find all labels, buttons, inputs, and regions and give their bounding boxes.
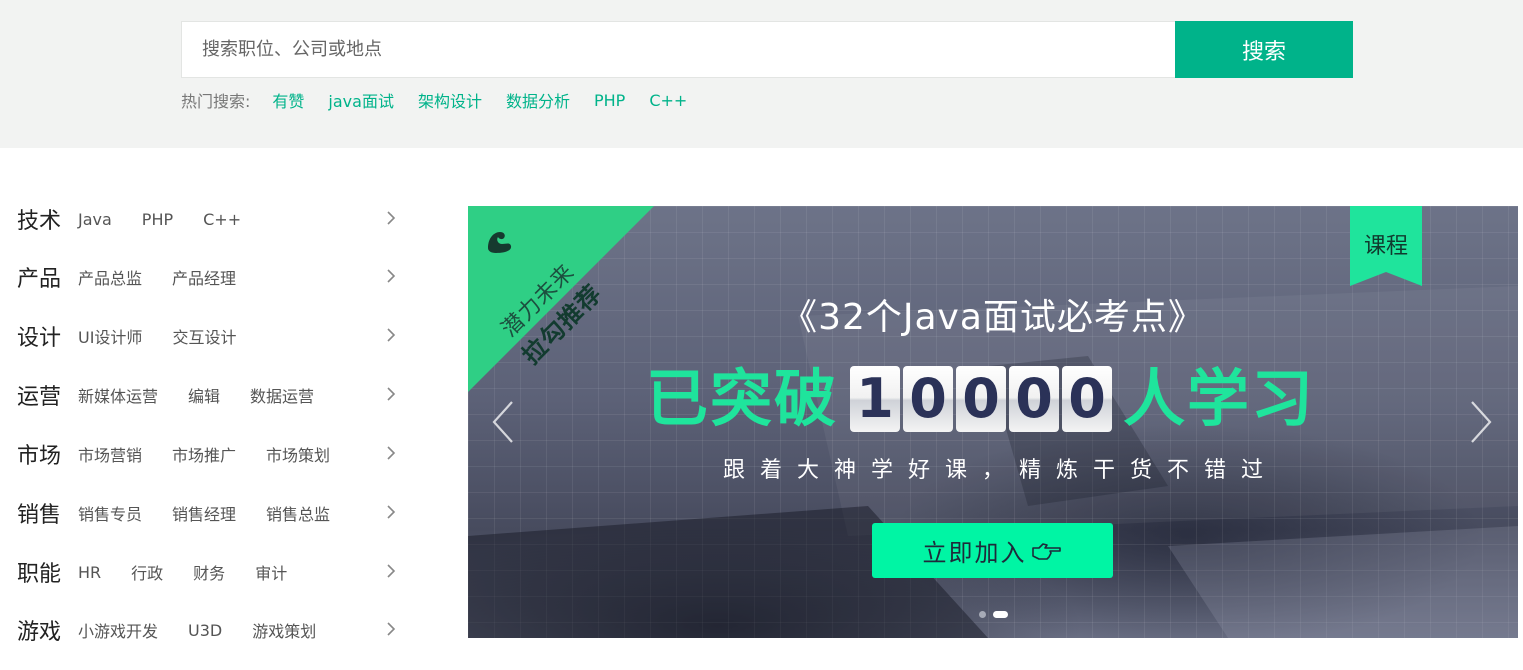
category-link[interactable]: Java (78, 210, 112, 229)
counter-digit: 0 (903, 366, 954, 432)
category-title: 游戏 (17, 620, 62, 645)
category-title: 运营 (17, 385, 62, 410)
hot-search-link[interactable]: PHP (594, 91, 625, 110)
category-link[interactable]: 交互设计 (172, 324, 236, 348)
category-link[interactable]: 产品经理 (172, 265, 236, 289)
category-link[interactable]: 销售总监 (266, 501, 330, 525)
headline-suffix: 人学习 (1123, 362, 1316, 435)
banner-subtitle: 跟着大神学好课，精炼干货不错过 (722, 458, 1278, 483)
category-link[interactable]: 市场推广 (172, 442, 236, 466)
category-link[interactable]: 产品总监 (78, 265, 142, 289)
category-link[interactable]: 行政 (131, 560, 163, 584)
category-title: 设计 (17, 326, 62, 351)
banner-title: 《32个Java面试必考点》 (781, 297, 1205, 338)
course-tag-label: 课程 (1363, 234, 1408, 259)
pointing-hand-icon (1031, 542, 1061, 560)
category-link[interactable]: 市场策划 (266, 442, 330, 466)
category-row-design[interactable]: 设计 UI设计师 交互设计 (17, 307, 397, 365)
category-title: 销售 (17, 503, 62, 528)
chevron-right-icon[interactable] (385, 618, 397, 640)
category-row-tech[interactable]: 技术 Java PHP C++ (17, 190, 397, 248)
chevron-left-icon[interactable] (490, 399, 516, 445)
hot-search-link[interactable]: java面试 (328, 88, 394, 112)
hot-search-label: 热门搜索: (181, 92, 251, 111)
category-link[interactable]: UI设计师 (78, 324, 142, 348)
category-row-product[interactable]: 产品 产品总监 产品经理 (17, 248, 397, 306)
join-now-label: 立即加入 (922, 539, 1027, 567)
join-now-button[interactable]: 立即加入 (872, 523, 1113, 578)
chevron-right-icon[interactable] (385, 265, 397, 287)
category-link[interactable]: 市场营销 (78, 442, 142, 466)
search-input[interactable] (181, 21, 1176, 78)
counter-digit: 0 (1062, 366, 1113, 432)
chevron-right-icon[interactable] (385, 324, 397, 346)
category-row-marketing[interactable]: 市场 市场营销 市场推广 市场策划 (17, 425, 397, 483)
chevron-right-icon[interactable] (385, 501, 397, 523)
category-title: 产品 (17, 267, 62, 292)
category-link[interactable]: 新媒体运营 (78, 383, 158, 407)
category-row-operations[interactable]: 运营 新媒体运营 编辑 数据运营 (17, 366, 397, 424)
category-row-functions[interactable]: 职能 HR 行政 财务 审计 (17, 543, 397, 601)
counter-digit: 0 (1009, 366, 1060, 432)
banner-carousel[interactable]: 潜力未来 拉勾推荐 课程 《32个Java面试必考点》 已突破 10000 人学… (468, 206, 1518, 638)
banner-headline: 已突破 10000 人学习 (646, 364, 1315, 434)
chevron-right-icon[interactable] (385, 560, 397, 582)
category-link[interactable]: 销售专员 (78, 501, 142, 525)
category-title: 技术 (17, 209, 62, 234)
carousel-dot[interactable] (993, 611, 1008, 618)
category-link[interactable]: 编辑 (188, 383, 220, 407)
category-link[interactable]: PHP (142, 210, 173, 229)
hot-search-link[interactable]: 有赞 (272, 88, 304, 112)
category-row-sales[interactable]: 销售 销售专员 销售经理 销售总监 (17, 484, 397, 542)
counter-digit: 1 (850, 366, 901, 432)
chevron-right-icon[interactable] (385, 383, 397, 405)
category-title: 市场 (17, 444, 62, 469)
headline-prefix: 已突破 (646, 362, 839, 435)
hot-search-row: 热门搜索: 有赞 java面试 架构设计 数据分析 PHP C++ (181, 88, 711, 112)
chevron-right-icon[interactable] (385, 442, 397, 464)
category-link[interactable]: 审计 (255, 560, 287, 584)
category-link[interactable]: C++ (203, 210, 241, 229)
category-link[interactable]: U3D (188, 621, 222, 640)
hot-search-link[interactable]: C++ (649, 91, 687, 110)
hot-search-link[interactable]: 架构设计 (418, 88, 482, 112)
search-band: 搜索 热门搜索: 有赞 java面试 架构设计 数据分析 PHP C++ (0, 0, 1523, 148)
category-link[interactable]: HR (78, 563, 101, 582)
counter-digit: 0 (956, 366, 1007, 432)
category-link[interactable]: 销售经理 (172, 501, 236, 525)
category-title: 职能 (17, 562, 62, 587)
category-link[interactable]: 小游戏开发 (78, 618, 158, 642)
carousel-dot[interactable] (979, 611, 986, 618)
chevron-right-icon[interactable] (385, 207, 397, 229)
hot-search-link[interactable]: 数据分析 (506, 88, 570, 112)
search-button[interactable]: 搜索 (1175, 21, 1353, 78)
carousel-pagination (979, 611, 1015, 618)
category-link[interactable]: 数据运营 (250, 383, 314, 407)
category-row-games[interactable]: 游戏 小游戏开发 U3D 游戏策划 (17, 601, 397, 659)
muscle-icon (488, 232, 512, 253)
category-link[interactable]: 游戏策划 (252, 618, 316, 642)
category-link[interactable]: 财务 (193, 560, 225, 584)
chevron-right-icon[interactable] (1468, 399, 1494, 445)
headline-number: 10000 (850, 366, 1115, 432)
